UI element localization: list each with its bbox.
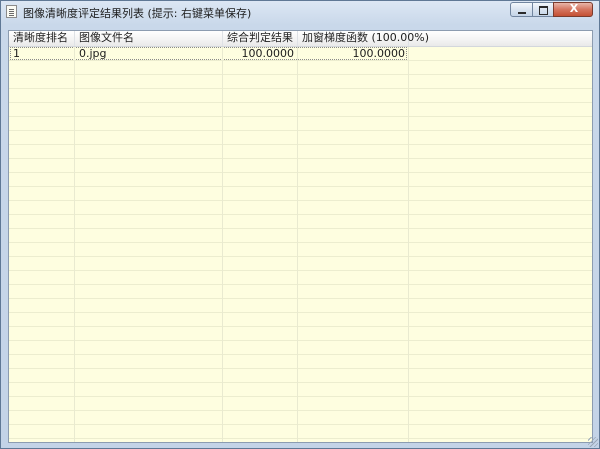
column-header-windowed-gradient[interactable]: 加窗梯度函数 (100.00%) — [298, 31, 429, 46]
window-controls: X — [510, 2, 593, 18]
maximize-button[interactable] — [532, 2, 554, 17]
title-bar[interactable]: 图像清晰度评定结果列表 (提示: 右键菜单保存) X — [1, 1, 599, 23]
cell-overall: 100.0000 — [241, 47, 295, 60]
document-icon[interactable] — [6, 5, 17, 18]
window-title: 图像清晰度评定结果列表 (提示: 右键菜单保存) — [23, 7, 252, 20]
column-header-filename[interactable]: 图像文件名 — [75, 31, 223, 46]
minimize-button[interactable] — [510, 2, 533, 17]
table-row[interactable]: 1 0.jpg 100.0000 100.0000 — [9, 47, 592, 61]
table-body: 1 0.jpg 100.0000 100.0000 — [9, 47, 592, 442]
close-button[interactable]: X — [553, 2, 593, 17]
results-list-view[interactable]: 清晰度排名 图像文件名 综合判定结果 加窗梯度函数 (100.00%) 1 0.… — [8, 30, 593, 443]
column-divider — [222, 47, 223, 442]
column-header: 清晰度排名 图像文件名 综合判定结果 加窗梯度函数 (100.00%) — [9, 31, 592, 47]
minimize-icon — [518, 12, 526, 14]
column-header-overall[interactable]: 综合判定结果 — [223, 31, 298, 46]
resize-grip[interactable] — [588, 437, 598, 447]
cell-rank: 1 — [13, 47, 20, 60]
column-divider — [74, 47, 75, 442]
maximize-icon — [539, 6, 548, 15]
cell-filename: 0.jpg — [79, 47, 107, 60]
column-divider — [297, 47, 298, 442]
app-window: 图像清晰度评定结果列表 (提示: 右键菜单保存) X 清晰度排名 图像文件名 综… — [0, 0, 600, 449]
cell-windowed-gradient: 100.0000 — [352, 47, 406, 60]
column-header-rank[interactable]: 清晰度排名 — [9, 31, 75, 46]
close-icon: X — [569, 2, 579, 15]
column-divider — [408, 47, 409, 442]
